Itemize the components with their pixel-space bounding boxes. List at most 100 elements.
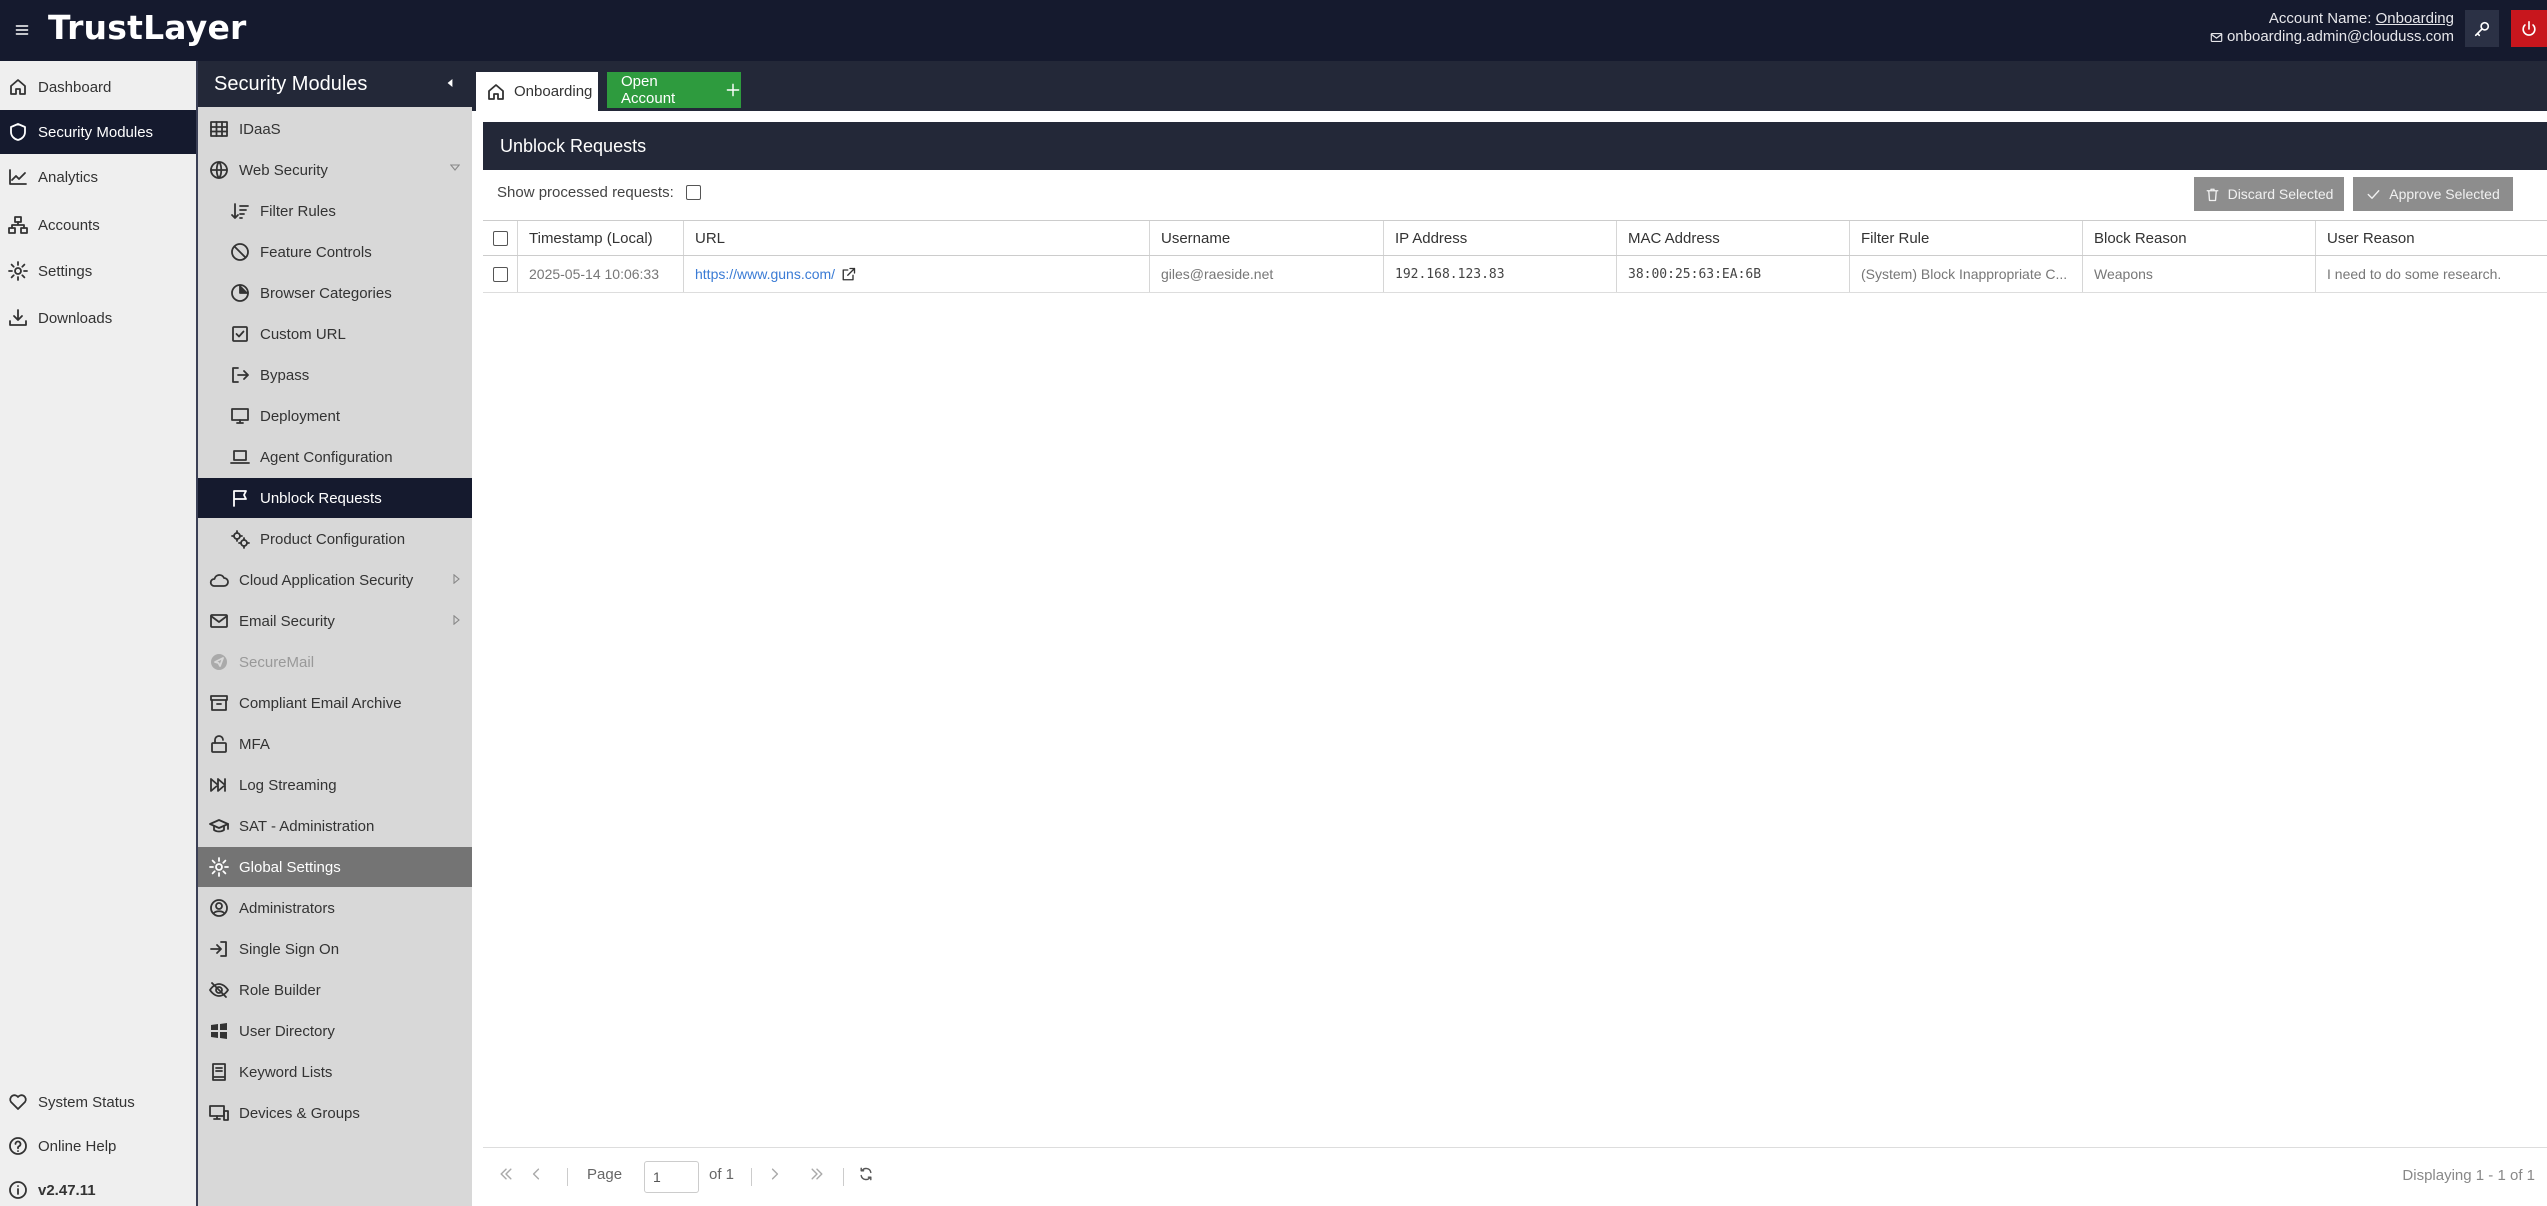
- module-item-mfa[interactable]: MFA: [198, 724, 472, 764]
- column-header-username[interactable]: Username: [1150, 221, 1384, 255]
- module-item-label: Administrators: [239, 899, 335, 917]
- module-item-filter-rules[interactable]: Filter Rules: [198, 191, 472, 231]
- module-item-securemail: SecureMail: [198, 642, 472, 682]
- nav-item-analytics[interactable]: Analytics: [0, 155, 196, 199]
- module-item-unblock-requests[interactable]: Unblock Requests: [198, 478, 472, 518]
- module-item-product-configuration[interactable]: Product Configuration: [198, 519, 472, 559]
- table-row[interactable]: 2025-05-14 10:06:33 https://www.guns.com…: [483, 256, 2547, 293]
- module-item-label: Deployment: [260, 407, 341, 425]
- account-name-link[interactable]: Onboarding: [2376, 10, 2454, 27]
- module-item-keyword-lists[interactable]: Keyword Lists: [198, 1052, 472, 1092]
- flag-icon: [230, 488, 250, 508]
- next-page-icon[interactable]: [767, 1166, 783, 1182]
- last-page-icon[interactable]: [809, 1166, 825, 1182]
- url-link[interactable]: https://www.guns.com/: [695, 266, 835, 282]
- version-label: v2.47.11: [0, 1168, 196, 1206]
- cell-filter-rule: (System) Block Inappropriate C...: [1850, 256, 2083, 292]
- module-item-label: SAT - Administration: [239, 817, 375, 835]
- panel-title: Security Modules: [214, 72, 368, 95]
- nav-item-settings[interactable]: Settings: [0, 249, 196, 293]
- module-item-custom-url[interactable]: Custom URL: [198, 314, 472, 354]
- nav-item-accounts[interactable]: Accounts: [0, 203, 196, 247]
- nav-item-dashboard[interactable]: Dashboard: [0, 65, 196, 109]
- discard-selected-button[interactable]: Discard Selected: [2194, 177, 2344, 211]
- module-item-administrators[interactable]: Administrators: [198, 888, 472, 928]
- nav-item-downloads[interactable]: Downloads: [0, 296, 196, 340]
- refresh-icon[interactable]: [858, 1166, 874, 1182]
- column-header-user-reason[interactable]: User Reason: [2316, 221, 2547, 255]
- user-circle-icon: [209, 898, 229, 918]
- module-item-log-streaming[interactable]: Log Streaming: [198, 765, 472, 805]
- module-item-role-builder[interactable]: Role Builder: [198, 970, 472, 1010]
- nav-item-system-status[interactable]: System Status: [0, 1080, 196, 1124]
- nav-item-label: Settings: [38, 262, 93, 280]
- select-all-checkbox[interactable]: [493, 230, 508, 246]
- module-item-label: Devices & Groups: [239, 1104, 360, 1122]
- module-item-compliant-email-archive[interactable]: Compliant Email Archive: [198, 683, 472, 723]
- module-item-label: Browser Categories: [260, 284, 392, 302]
- module-item-label: Role Builder: [239, 981, 321, 999]
- module-item-deployment[interactable]: Deployment: [198, 396, 472, 436]
- module-item-label: Single Sign On: [239, 940, 340, 958]
- graduation-icon: [209, 816, 229, 836]
- module-item-web-security[interactable]: Web Security: [198, 150, 472, 190]
- nav-item-label: Analytics: [38, 168, 99, 186]
- help-icon: [8, 1136, 28, 1156]
- home-icon: [8, 77, 28, 97]
- gear-icon: [8, 261, 28, 281]
- first-page-icon[interactable]: [498, 1166, 514, 1182]
- module-item-feature-controls[interactable]: Feature Controls: [198, 232, 472, 272]
- account-label: Account Name:: [2268, 10, 2372, 27]
- column-header-block-reason[interactable]: Block Reason: [2083, 221, 2316, 255]
- open-account-button[interactable]: Open Account: [607, 72, 741, 108]
- module-item-agent-configuration[interactable]: Agent Configuration: [198, 437, 472, 477]
- column-header-ip-address[interactable]: IP Address: [1384, 221, 1617, 255]
- collapse-left-icon[interactable]: [446, 77, 454, 89]
- main-content: Onboarding Open Account Unblock Requests…: [472, 61, 2547, 1206]
- page-number-input[interactable]: [644, 1161, 699, 1193]
- account-info: Account Name: Onboarding onboarding.admi…: [2210, 10, 2454, 46]
- module-item-cloud-application-security[interactable]: Cloud Application Security: [198, 560, 472, 600]
- plus-icon: [725, 82, 741, 98]
- trash-icon: [2205, 187, 2220, 202]
- module-item-sat-administration[interactable]: SAT - Administration: [198, 806, 472, 846]
- download-icon: [8, 308, 28, 328]
- nav-item-security-modules[interactable]: Security Modules: [0, 110, 196, 154]
- prev-page-icon[interactable]: [528, 1166, 544, 1182]
- tab-onboarding[interactable]: Onboarding: [476, 72, 598, 111]
- key-button[interactable]: [2465, 10, 2499, 47]
- pagination-bar: Page of 1 Displaying 1 - 1 of 1: [483, 1147, 2547, 1206]
- module-item-label: Agent Configuration: [260, 448, 393, 466]
- approve-selected-button[interactable]: Approve Selected: [2353, 177, 2513, 211]
- archive-icon: [209, 693, 229, 713]
- module-item-label: Keyword Lists: [239, 1063, 333, 1081]
- mail-icon: [209, 611, 229, 631]
- module-item-single-sign-on[interactable]: Single Sign On: [198, 929, 472, 969]
- logout-button[interactable]: [2511, 10, 2547, 47]
- nav-item-online-help[interactable]: Online Help: [0, 1124, 196, 1168]
- column-header-mac-address[interactable]: MAC Address: [1617, 221, 1850, 255]
- nav-item-label: Security Modules: [38, 123, 154, 141]
- hamburger-menu-icon[interactable]: [2, 14, 42, 46]
- cell-timestamp: 2025-05-14 10:06:33: [518, 256, 684, 292]
- module-item-email-security[interactable]: Email Security: [198, 601, 472, 641]
- sign-in-icon: [209, 939, 229, 959]
- row-checkbox[interactable]: [493, 266, 508, 282]
- column-header-url[interactable]: URL: [684, 221, 1150, 255]
- left-nav: Dashboard Security Modules Analytics Acc…: [0, 61, 198, 1206]
- module-item-browser-categories[interactable]: Browser Categories: [198, 273, 472, 313]
- module-item-user-directory[interactable]: User Directory: [198, 1011, 472, 1051]
- module-item-global-settings[interactable]: Global Settings: [198, 847, 472, 887]
- module-item-idaas[interactable]: IDaaS: [198, 109, 472, 149]
- module-item-label: SecureMail: [239, 653, 315, 671]
- show-processed-checkbox[interactable]: [685, 185, 701, 200]
- column-header-filter-rule[interactable]: Filter Rule: [1850, 221, 2083, 255]
- module-item-bypass[interactable]: Bypass: [198, 355, 472, 395]
- column-header-timestamp[interactable]: Timestamp (Local): [518, 221, 684, 255]
- pager-separator: [567, 1168, 568, 1186]
- collapsed-arrow-icon: [453, 574, 460, 584]
- heart-icon: [8, 1092, 28, 1112]
- external-link-icon[interactable]: [841, 267, 856, 282]
- module-item-devices-groups[interactable]: Devices & Groups: [198, 1093, 472, 1133]
- top-bar: TrustLayer Account Name: Onboarding onbo…: [0, 0, 2547, 61]
